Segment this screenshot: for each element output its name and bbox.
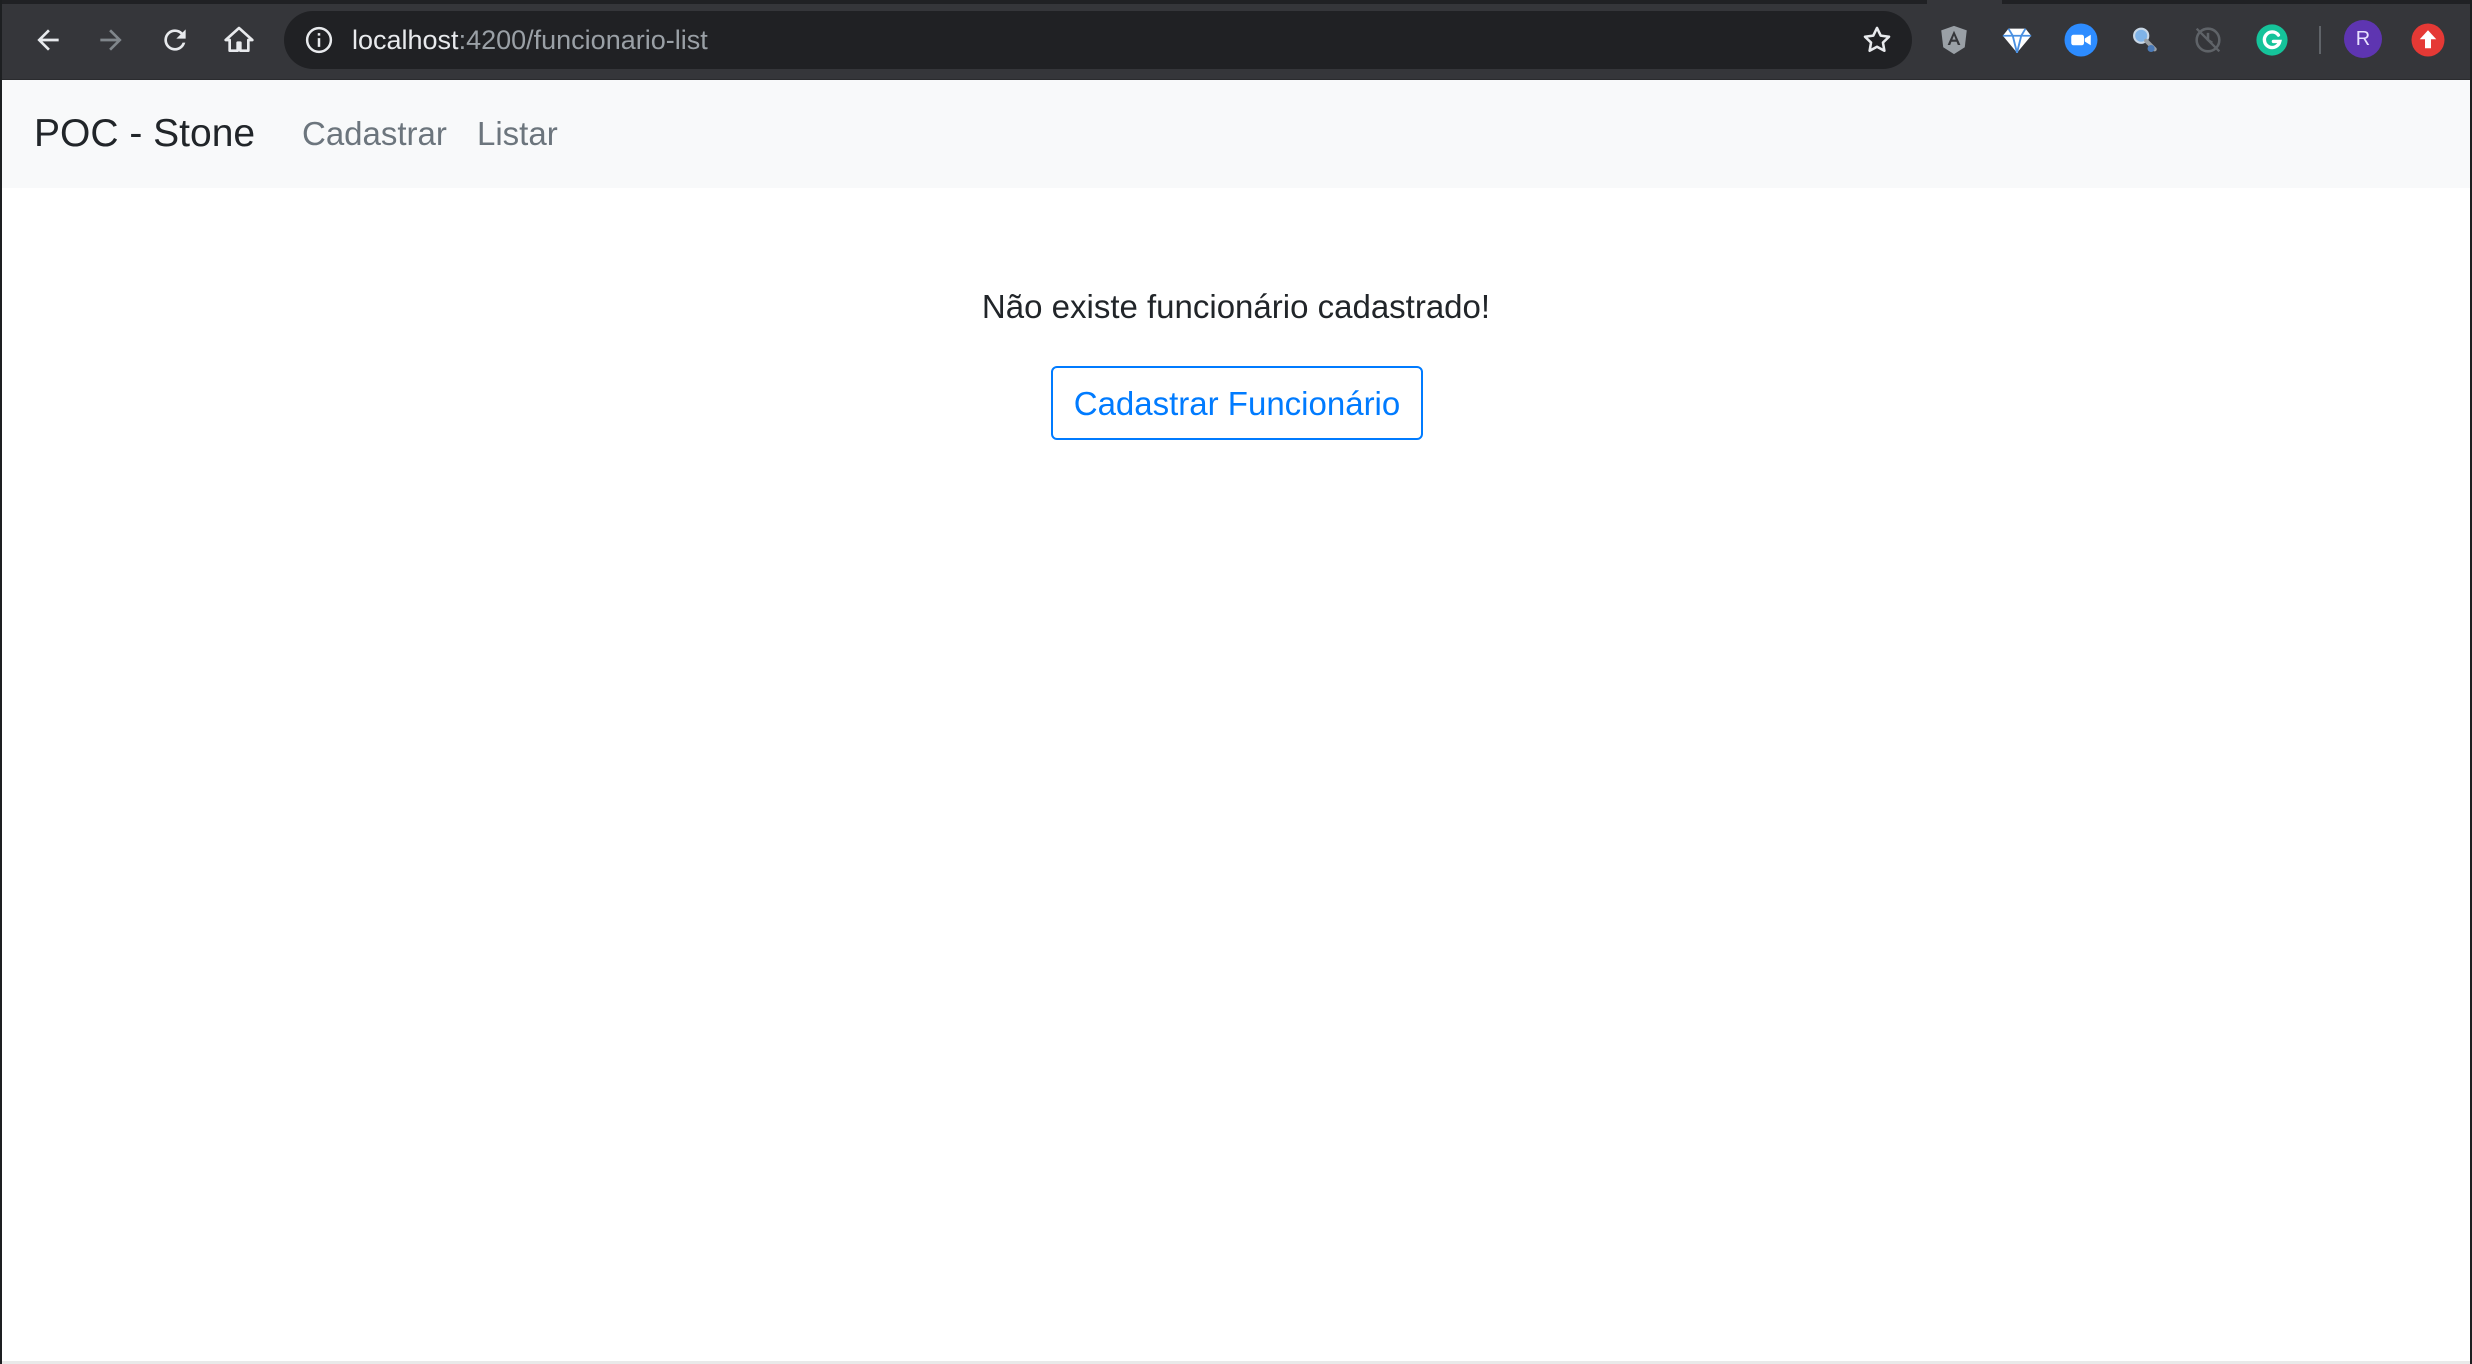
navbar-brand[interactable]: POC - Stone: [34, 80, 255, 188]
empty-state-message: Não existe funcionário cadastrado!: [981, 288, 1491, 325]
forward-arrow-icon[interactable]: [89, 18, 133, 62]
star-icon[interactable]: [1860, 23, 1894, 57]
toolbar-separator: [2319, 26, 2321, 54]
register-employee-button[interactable]: Cadastrar Funcionário: [1051, 366, 1423, 440]
browser-window: localhost:4200/funcionario-list R POC - …: [0, 0, 2472, 1364]
url-host: localhost: [352, 25, 459, 55]
update-icon[interactable]: [2408, 20, 2448, 60]
tab-strip-edge: [2, 0, 2470, 4]
magnifier-extension-icon[interactable]: [2124, 20, 2164, 60]
back-arrow-icon[interactable]: [26, 18, 70, 62]
angular-extension-icon[interactable]: [1934, 20, 1974, 60]
app-navbar: POC - Stone Cadastrar Listar: [2, 80, 2470, 188]
home-icon[interactable]: [217, 18, 261, 62]
clock-extension-icon[interactable]: [2188, 20, 2228, 60]
info-icon[interactable]: [304, 25, 334, 55]
address-bar[interactable]: localhost:4200/funcionario-list: [284, 11, 1912, 69]
grammarly-extension-icon[interactable]: [2252, 20, 2292, 60]
diamond-extension-icon[interactable]: [1997, 20, 2037, 60]
nav-link-cadastrar[interactable]: Cadastrar: [302, 80, 447, 188]
nav-link-listar[interactable]: Listar: [477, 80, 558, 188]
url-path: :4200/funcionario-list: [458, 25, 708, 55]
url-text[interactable]: localhost:4200/funcionario-list: [352, 11, 708, 69]
reload-icon[interactable]: [153, 18, 197, 62]
zoom-extension-icon[interactable]: [2061, 20, 2101, 60]
active-tab-edge[interactable]: [1927, 0, 2002, 4]
browser-toolbar: localhost:4200/funcionario-list R: [2, 0, 2470, 80]
main-content: Não existe funcionário cadastrado! Cadas…: [2, 188, 2470, 1364]
profile-avatar[interactable]: R: [2344, 20, 2382, 58]
